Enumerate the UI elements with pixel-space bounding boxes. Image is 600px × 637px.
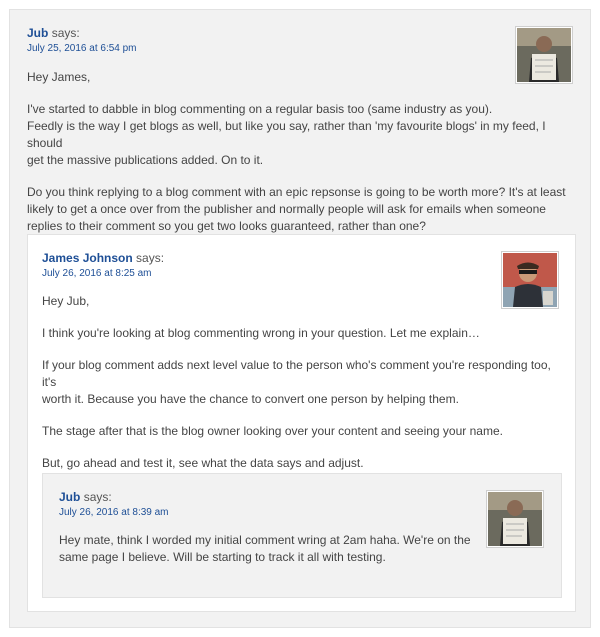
comment-jub-2: Jub says: July 26, 2016 at 8:39 am Hey m… — [42, 473, 562, 598]
comment-paragraph: I've started to dabble in blog commentin… — [27, 102, 493, 116]
comment-author-link[interactable]: Jub — [59, 490, 80, 504]
avatar — [515, 26, 573, 84]
avatar-photo-icon — [517, 28, 571, 82]
comment-paragraph: The stage after that is the blog owner l… — [42, 424, 503, 438]
comment-paragraph: same page I believe. Will be starting to… — [59, 550, 386, 564]
comment-body: Hey James, I've started to dabble in blo… — [27, 69, 574, 235]
comment-paragraph: replies to their comment so you get two … — [27, 219, 426, 233]
says-label: says: — [51, 26, 80, 40]
comment-paragraph: get the massive publications added. On t… — [27, 153, 264, 167]
comment-date-link[interactable]: July 26, 2016 at 8:39 am — [59, 507, 545, 519]
comment-meta: Jub says: — [27, 26, 574, 40]
comment-meta: James Johnson says: — [42, 251, 559, 265]
comment-body: Hey mate, think I worded my initial comm… — [59, 532, 545, 566]
avatar-photo-icon — [488, 492, 542, 546]
comment-paragraph: If your blog comment adds next level val… — [42, 358, 551, 389]
says-label: says: — [136, 251, 165, 265]
comment-paragraph: Hey mate, think I worded my initial comm… — [59, 533, 471, 547]
avatar — [486, 490, 544, 548]
comment-meta: Jub says: — [59, 490, 545, 504]
comment-paragraph: Do you think replying to a blog comment … — [27, 185, 566, 199]
avatar — [501, 251, 559, 309]
says-label: says: — [83, 490, 112, 504]
comment-body: Hey Jub, I think you're looking at blog … — [42, 293, 559, 472]
comment-paragraph: worth it. Because you have the chance to… — [42, 392, 459, 406]
comment-paragraph: I think you're looking at blog commentin… — [42, 326, 480, 340]
comment-paragraph: likely to get a once over from the publi… — [27, 202, 546, 216]
comment-date-link[interactable]: July 26, 2016 at 8:25 am — [42, 268, 559, 280]
comment-jub-1: Jub says: July 25, 2016 at 6:54 pm Hey J… — [9, 9, 591, 628]
comment-james-johnson: James Johnson says: July 26, 2016 at 8:2… — [27, 234, 576, 612]
comment-paragraph: Feedly is the way I get blogs as well, b… — [27, 119, 546, 150]
comment-paragraph: But, go ahead and test it, see what the … — [42, 456, 364, 470]
comment-date-link[interactable]: July 25, 2016 at 6:54 pm — [27, 43, 574, 55]
comment-author-link[interactable]: Jub — [27, 26, 48, 40]
comment-author-link[interactable]: James Johnson — [42, 251, 133, 265]
comment-paragraph: Hey James, — [27, 70, 91, 84]
comment-paragraph: Hey Jub, — [42, 294, 90, 308]
avatar-photo-icon — [503, 253, 557, 307]
